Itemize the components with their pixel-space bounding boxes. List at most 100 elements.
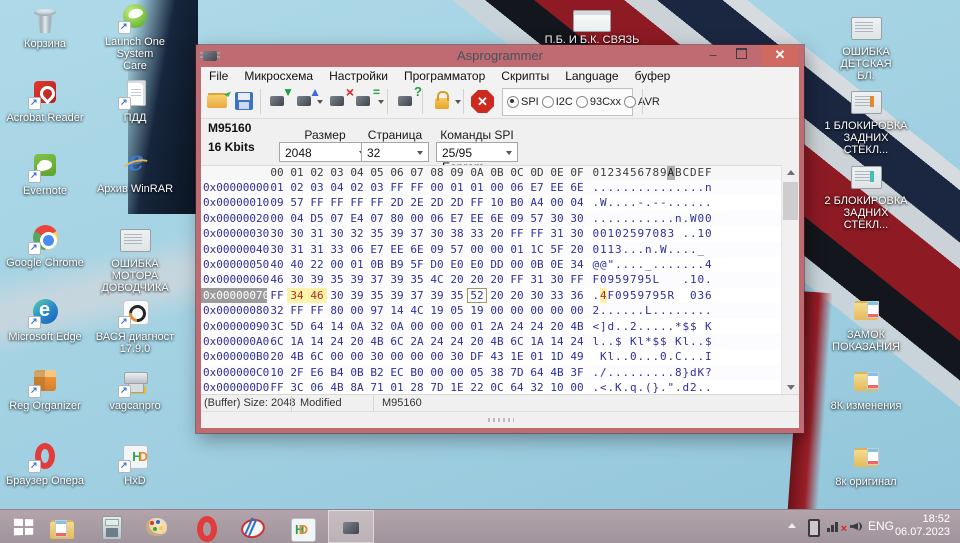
hex-byte-cell[interactable]: 35	[367, 288, 387, 303]
ascii-cell[interactable]: 3	[697, 288, 705, 303]
hex-byte-cell[interactable]: 37	[407, 288, 427, 303]
ascii-cell[interactable]: .	[690, 180, 698, 195]
ascii-cell[interactable]: .	[667, 319, 675, 334]
ascii-cell[interactable]: .	[615, 195, 623, 210]
ascii-cell[interactable]: .	[622, 211, 630, 226]
ascii-cell[interactable]: .	[622, 303, 630, 318]
ascii-cell[interactable]: 2	[622, 226, 630, 241]
ascii-cell[interactable]: .	[622, 242, 630, 257]
hex-scrollbar[interactable]	[781, 165, 799, 395]
ascii-cell[interactable]: .	[645, 211, 653, 226]
hex-byte-cell[interactable]: 20	[567, 242, 587, 257]
hex-byte-cell[interactable]: DF	[467, 349, 487, 364]
hex-byte-cell[interactable]: 24	[527, 319, 547, 334]
hex-byte-cell[interactable]: 35	[447, 288, 467, 303]
hex-byte-cell[interactable]: 31	[527, 272, 547, 287]
hex-byte-cell[interactable]: 33	[327, 242, 347, 257]
read-chip-button[interactable]: ▼	[267, 89, 293, 114]
ascii-cell[interactable]: .	[607, 303, 615, 318]
hex-byte-cell[interactable]: B4	[327, 365, 347, 380]
ascii-cell[interactable]: .	[607, 365, 615, 380]
ascii-cell[interactable]: 8	[660, 226, 668, 241]
ascii-cell[interactable]: L	[652, 272, 660, 287]
hex-byte-cell[interactable]: 30	[267, 242, 287, 257]
ascii-cell[interactable]: .	[660, 211, 668, 226]
ascii-cell[interactable]: d	[690, 365, 698, 380]
hex-byte-cell[interactable]: 2F	[287, 365, 307, 380]
hex-byte-cell[interactable]: 30	[267, 226, 287, 241]
menu-item-настройки[interactable]: Настройки	[321, 67, 396, 83]
ascii-cell[interactable]: .	[652, 349, 660, 364]
hex-byte-cell[interactable]: 0B	[347, 365, 367, 380]
lock-protection-button[interactable]	[430, 89, 456, 114]
ascii-cell[interactable]: .	[637, 319, 645, 334]
ascii-cell[interactable]: .	[690, 349, 698, 364]
hex-byte-cell[interactable]: 6C	[507, 334, 527, 349]
hex-byte-cell[interactable]: E0	[467, 257, 487, 272]
ascii-cell[interactable]: .	[600, 180, 608, 195]
ascii-cell[interactable]: .	[682, 242, 690, 257]
hex-byte-cell[interactable]: 5F	[547, 242, 567, 257]
ascii-cell[interactable]: .	[630, 365, 638, 380]
ascii-cell[interactable]: .	[645, 365, 653, 380]
ascii-cell[interactable]: 1	[607, 242, 615, 257]
radio-spi[interactable]: SPI	[507, 96, 539, 108]
hex-byte-cell[interactable]: FF	[287, 303, 307, 318]
ascii-cell[interactable]: $	[690, 319, 698, 334]
hex-byte-cell[interactable]: 00	[407, 349, 427, 364]
erase-chip-button[interactable]: ×	[327, 89, 353, 114]
scroll-thumb[interactable]	[783, 182, 798, 220]
hex-byte-cell[interactable]: 20	[547, 319, 567, 334]
hex-byte-cell[interactable]: 00	[387, 349, 407, 364]
network-error-icon[interactable]	[827, 522, 841, 532]
ascii-cell[interactable]: *	[645, 334, 653, 349]
page-combo[interactable]: 32	[361, 142, 429, 162]
ascii-cell[interactable]: 7	[645, 288, 653, 303]
hex-byte-cell[interactable]: 03	[307, 180, 327, 195]
ascii-cell[interactable]: 4	[705, 257, 713, 272]
hex-byte-cell[interactable]: 00	[347, 303, 367, 318]
ascii-cell[interactable]: .	[682, 349, 690, 364]
hex-byte-cell[interactable]: 46	[267, 272, 287, 287]
hex-byte-cell[interactable]: 00	[327, 349, 347, 364]
folder-8k-izmeneniya[interactable]: 8К изменения	[823, 366, 909, 412]
ascii-cell[interactable]: .	[637, 349, 645, 364]
hex-address[interactable]: 0x000000C0	[201, 365, 267, 380]
hex-byte-cell[interactable]: 00	[327, 257, 347, 272]
taskbar-hxd[interactable]	[286, 514, 312, 540]
ascii-cell[interactable]: <	[592, 319, 600, 334]
hex-byte-cell[interactable]: 00	[547, 195, 567, 210]
menu-item-микросхема[interactable]: Микросхема	[236, 67, 321, 83]
hex-byte-cell[interactable]: FF	[387, 180, 407, 195]
size-combo[interactable]: 2048	[279, 142, 371, 162]
hex-byte-cell[interactable]: 3C	[267, 319, 287, 334]
ascii-cell[interactable]: .	[705, 303, 713, 318]
radio-93cxx[interactable]: 93Cxx	[576, 96, 621, 108]
hex-byte-cell[interactable]: 6E	[407, 242, 427, 257]
hex-byte-cell[interactable]: 4C	[427, 272, 447, 287]
ascii-cell[interactable]: 4	[600, 288, 608, 303]
hex-byte-cell[interactable]: DD	[487, 257, 507, 272]
ascii-cell[interactable]: 1	[600, 242, 608, 257]
hex-byte-cell[interactable]: 02	[287, 180, 307, 195]
save-file-button[interactable]	[232, 89, 258, 114]
ascii-cell[interactable]: .	[615, 257, 623, 272]
ascii-cell[interactable]: .	[622, 180, 630, 195]
hex-byte-cell[interactable]: 22	[307, 257, 327, 272]
ascii-cell[interactable]: .	[615, 180, 623, 195]
ascii-cell[interactable]: 0	[652, 226, 660, 241]
ascii-cell[interactable]: .	[637, 242, 645, 257]
hex-address[interactable]: 0x00000080	[201, 303, 267, 318]
hex-byte-cell[interactable]: 01	[447, 180, 467, 195]
hex-byte-cell[interactable]: 30	[287, 226, 307, 241]
hex-byte-cell[interactable]: D5	[307, 211, 327, 226]
hex-byte-cell[interactable]: 14	[547, 334, 567, 349]
hex-byte-cell[interactable]: 20	[267, 349, 287, 364]
hex-byte-cell[interactable]: 20	[487, 272, 507, 287]
ascii-cell[interactable]: .	[592, 288, 600, 303]
ascii-cell[interactable]: 1	[697, 226, 705, 241]
ascii-cell[interactable]: .	[592, 195, 600, 210]
ascii-cell[interactable]: .	[697, 180, 705, 195]
scroll-up-button[interactable]	[782, 165, 799, 181]
hex-byte-cell[interactable]: 2D	[427, 195, 447, 210]
